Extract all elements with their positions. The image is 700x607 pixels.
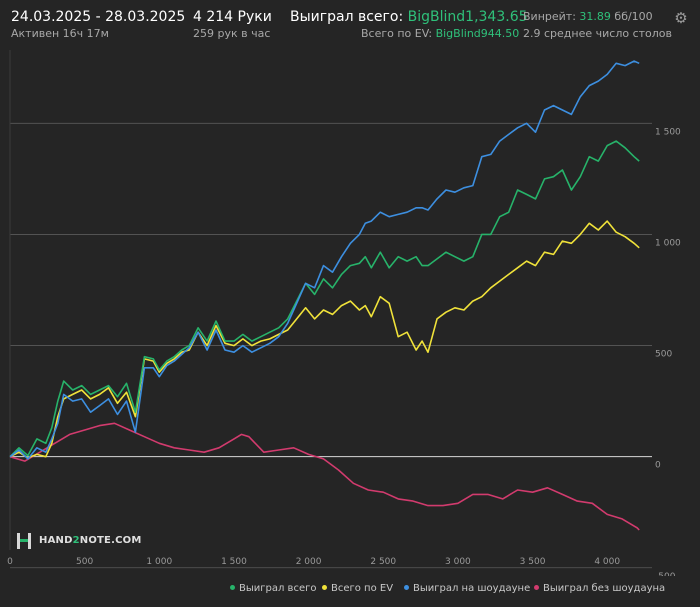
ev-total-label: Всего по EV: xyxy=(361,27,433,40)
legend: Выиграл всего Всего по EV Выиграл на шоу… xyxy=(0,583,700,597)
legend-item-ev[interactable]: Всего по EV xyxy=(322,583,393,594)
ev-total-value: BigBlind944.50 xyxy=(435,27,520,40)
winrate: Винрейт: 31.89 бб/100 xyxy=(523,10,653,23)
x-tick-label: 4 000 xyxy=(594,557,620,567)
series-line-1 xyxy=(9,220,640,459)
series-line-3 xyxy=(9,422,640,531)
x-tick-label: 3 000 xyxy=(445,557,471,567)
series-line-0 xyxy=(9,140,640,458)
y-axis-ticks: -500 0 500 1 000 1 500 xyxy=(655,127,681,576)
legend-dot-icon xyxy=(534,584,539,590)
ev-total: Всего по EV: BigBlind944.50 xyxy=(361,27,519,40)
gear-icon[interactable]: ⚙ xyxy=(673,10,689,26)
legend-dot-icon xyxy=(230,584,235,590)
legend-dot-icon xyxy=(322,584,327,590)
total-won-value: BigBlind1,343.65 xyxy=(407,9,528,25)
logo-mark-icon xyxy=(17,533,31,549)
x-tick-label: 2 500 xyxy=(370,557,396,567)
x-tick-label: 500 xyxy=(76,557,93,567)
header: 24.03.2025 - 28.03.2025 Активен 16ч 17м … xyxy=(0,0,700,50)
legend-item-total[interactable]: Выиграл всего xyxy=(230,583,316,594)
avg-tables: 2.9 среднее число столов xyxy=(523,27,672,40)
y-tick-label: 500 xyxy=(655,350,672,360)
hands-per-hour: 259 рук в час xyxy=(193,27,271,40)
x-tick-label: 3 500 xyxy=(520,557,546,567)
logo-text: HAND2NOTE.COM xyxy=(39,535,142,546)
total-won-label: Выиграл всего: xyxy=(290,9,404,25)
x-tick-label: 1 000 xyxy=(146,557,172,567)
legend-item-showdown[interactable]: Выиграл на шоудауне xyxy=(404,583,530,594)
grid xyxy=(9,50,652,569)
y-tick-label: -500 xyxy=(655,572,676,576)
y-tick-label: 0 xyxy=(655,461,661,471)
legend-item-non-showdown[interactable]: Выиграл без шоудауна xyxy=(534,583,665,594)
x-axis-ticks: 0 500 1 000 1 500 2 000 2 500 3 000 3 500 4 000 xyxy=(7,557,620,567)
hands-count: 4 214 Руки xyxy=(193,9,272,25)
x-tick-label: 1 500 xyxy=(221,557,247,567)
legend-dot-icon xyxy=(404,584,409,590)
winrate-unit: бб/100 xyxy=(614,10,653,23)
x-tick-label: 2 000 xyxy=(296,557,322,567)
y-tick-label: 1 000 xyxy=(655,238,681,248)
total-won: Выиграл всего: BigBlind1,343.65 xyxy=(290,9,528,25)
active-time: Активен 16ч 17м xyxy=(11,27,109,40)
graph: -500 0 500 1 000 1 500 0 500 1 000 1 500 2 000 2 … xyxy=(7,50,681,576)
date-range[interactable]: 24.03.2025 - 28.03.2025 xyxy=(11,9,185,25)
series-lines xyxy=(9,60,640,531)
y-tick-label: 1 500 xyxy=(655,127,681,137)
x-tick-label: 0 xyxy=(7,557,13,567)
series-line-2 xyxy=(9,60,640,460)
winrate-value: 31.89 xyxy=(579,10,611,23)
winrate-label: Винрейт: xyxy=(523,10,576,23)
